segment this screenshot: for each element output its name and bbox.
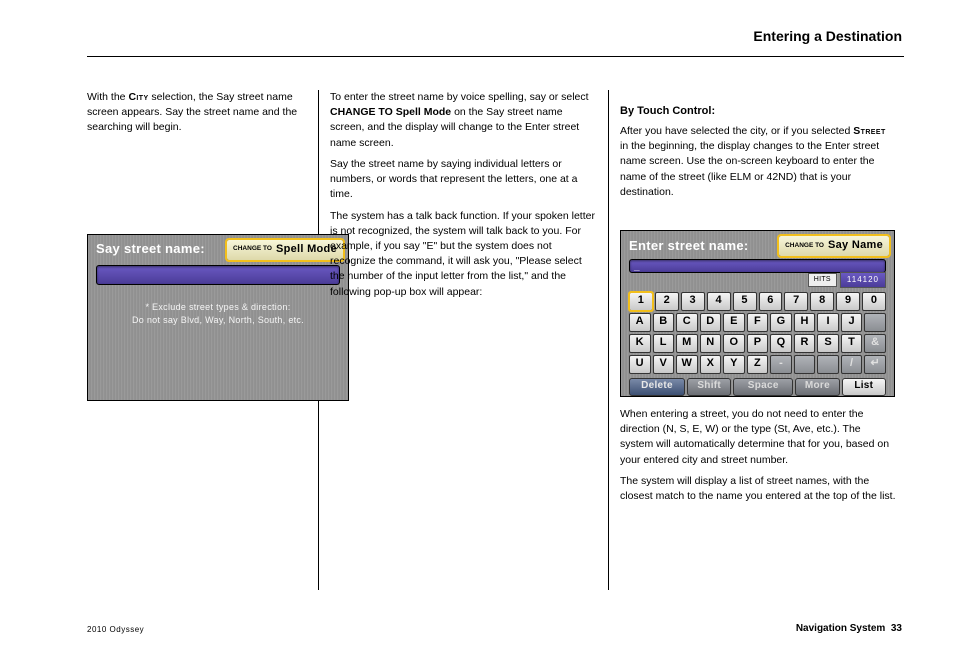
key-b[interactable]: B xyxy=(653,313,675,332)
column-2: To enter the street name by voice spelli… xyxy=(318,90,608,652)
key-s[interactable]: S xyxy=(817,334,839,353)
col3-paragraph-1: After you have selected the city, or if … xyxy=(620,124,896,200)
key-v[interactable]: V xyxy=(653,355,675,374)
key-n[interactable]: N xyxy=(700,334,722,353)
key-p[interactable]: P xyxy=(747,334,769,353)
screen2-title-row: Enter street name: CHANGE TO Say Name xyxy=(621,231,894,259)
keyboard-row-1: 1 2 3 4 5 6 7 8 9 0 xyxy=(629,292,886,311)
col3-paragraph-2: When entering a street, you do not need … xyxy=(620,407,896,468)
keyboard-row-2: A B C D E F G H I J xyxy=(629,313,886,332)
shift-button[interactable]: Shift xyxy=(687,378,731,396)
col2-paragraph-3: The system has a talk back function. If … xyxy=(330,209,596,300)
section-title: Entering a Destination xyxy=(753,28,902,44)
key-a[interactable]: A xyxy=(629,313,651,332)
columns: With the City selection, the Say street … xyxy=(0,90,954,652)
key-o[interactable]: O xyxy=(723,334,745,353)
key-l[interactable]: L xyxy=(653,334,675,353)
list-button[interactable]: List xyxy=(842,378,886,396)
key-k[interactable]: K xyxy=(629,334,651,353)
change-to-prefix: CHANGE TO xyxy=(233,246,272,253)
screen1-title: Say street name: xyxy=(96,240,205,259)
hits-label: HITS xyxy=(808,273,837,287)
hits-row: HITS 114120 xyxy=(621,272,894,289)
key-c[interactable]: C xyxy=(676,313,698,332)
change-to-say-name-button[interactable]: CHANGE TO Say Name xyxy=(778,235,890,257)
hits-value: 114120 xyxy=(840,272,886,288)
keyboard-bottom-row: Delete Shift Space More List xyxy=(629,378,886,396)
col2-paragraph-2: Say the street name by saying individual… xyxy=(330,157,596,203)
footer-right: Navigation System 33 xyxy=(796,623,902,634)
change-to-prefix-2: CHANGE TO xyxy=(785,243,824,250)
col1-paragraph-1: With the City selection, the Say street … xyxy=(87,90,306,136)
say-street-screen: Say street name: CHANGE TO Spell Mode * … xyxy=(87,234,349,401)
key-y[interactable]: Y xyxy=(723,355,745,374)
key-4[interactable]: 4 xyxy=(707,292,731,311)
key-m[interactable]: M xyxy=(676,334,698,353)
key-f[interactable]: F xyxy=(747,313,769,332)
delete-button[interactable]: Delete xyxy=(629,378,685,396)
key-slash[interactable]: / xyxy=(841,355,863,374)
nav-city-label: City xyxy=(128,91,148,103)
key-e[interactable]: E xyxy=(723,313,745,332)
key-x[interactable]: X xyxy=(700,355,722,374)
col2-paragraph-1: To enter the street name by voice spelli… xyxy=(330,90,596,151)
change-to-say-label: Say Name xyxy=(828,238,883,254)
key-dash[interactable]: - xyxy=(770,355,792,374)
enter-street-screen: Enter street name: CHANGE TO Say Name _ … xyxy=(620,230,895,397)
key-3[interactable]: 3 xyxy=(681,292,705,311)
more-button[interactable]: More xyxy=(795,378,839,396)
key-g[interactable]: G xyxy=(770,313,792,332)
key-comma[interactable] xyxy=(817,355,839,374)
key-enter[interactable]: ↵ xyxy=(864,355,886,374)
key-2[interactable]: 2 xyxy=(655,292,679,311)
key-0[interactable]: 0 xyxy=(862,292,886,311)
screen1-title-row: Say street name: CHANGE TO Spell Mode xyxy=(88,235,348,263)
key-q[interactable]: Q xyxy=(770,334,792,353)
key-7[interactable]: 7 xyxy=(784,292,808,311)
key-1[interactable]: 1 xyxy=(629,292,653,311)
screen1-input[interactable] xyxy=(96,265,340,285)
screen2-title: Enter street name: xyxy=(629,237,749,256)
nav-street-label: Street xyxy=(853,125,885,137)
page: Entering a Destination With the City sel… xyxy=(0,0,954,652)
column-3: By Touch Control: After you have selecte… xyxy=(608,90,908,652)
key-j[interactable]: J xyxy=(841,313,863,332)
keyboard-row-4: U V W X Y Z - / ↵ xyxy=(629,355,886,374)
key-8[interactable]: 8 xyxy=(810,292,834,311)
key-r[interactable]: R xyxy=(794,334,816,353)
column-1: With the City selection, the Say street … xyxy=(0,90,318,652)
key-6[interactable]: 6 xyxy=(759,292,783,311)
key-i[interactable]: I xyxy=(817,313,839,332)
keyboard: 1 2 3 4 5 6 7 8 9 0 A B C xyxy=(629,292,886,374)
key-ampersand[interactable]: & xyxy=(864,334,886,353)
screen2-input[interactable]: _ xyxy=(629,259,886,273)
key-t[interactable]: T xyxy=(841,334,863,353)
key-h[interactable]: H xyxy=(794,313,816,332)
header-rule xyxy=(87,56,904,57)
screen1-helper: * Exclude street types & direction: Do n… xyxy=(88,301,348,328)
key-d[interactable]: D xyxy=(700,313,722,332)
key-9[interactable]: 9 xyxy=(836,292,860,311)
key-apostrophe[interactable] xyxy=(864,313,886,332)
col3-paragraph-3: The system will display a list of street… xyxy=(620,474,896,504)
key-period[interactable] xyxy=(794,355,816,374)
by-touch-heading: By Touch Control: xyxy=(620,104,896,120)
key-u[interactable]: U xyxy=(629,355,651,374)
footer-model: 2010 Odyssey xyxy=(87,625,144,634)
key-z[interactable]: Z xyxy=(747,355,769,374)
space-button[interactable]: Space xyxy=(733,378,793,396)
keyboard-row-3: K L M N O P Q R S T & xyxy=(629,334,886,353)
key-5[interactable]: 5 xyxy=(733,292,757,311)
key-w[interactable]: W xyxy=(676,355,698,374)
